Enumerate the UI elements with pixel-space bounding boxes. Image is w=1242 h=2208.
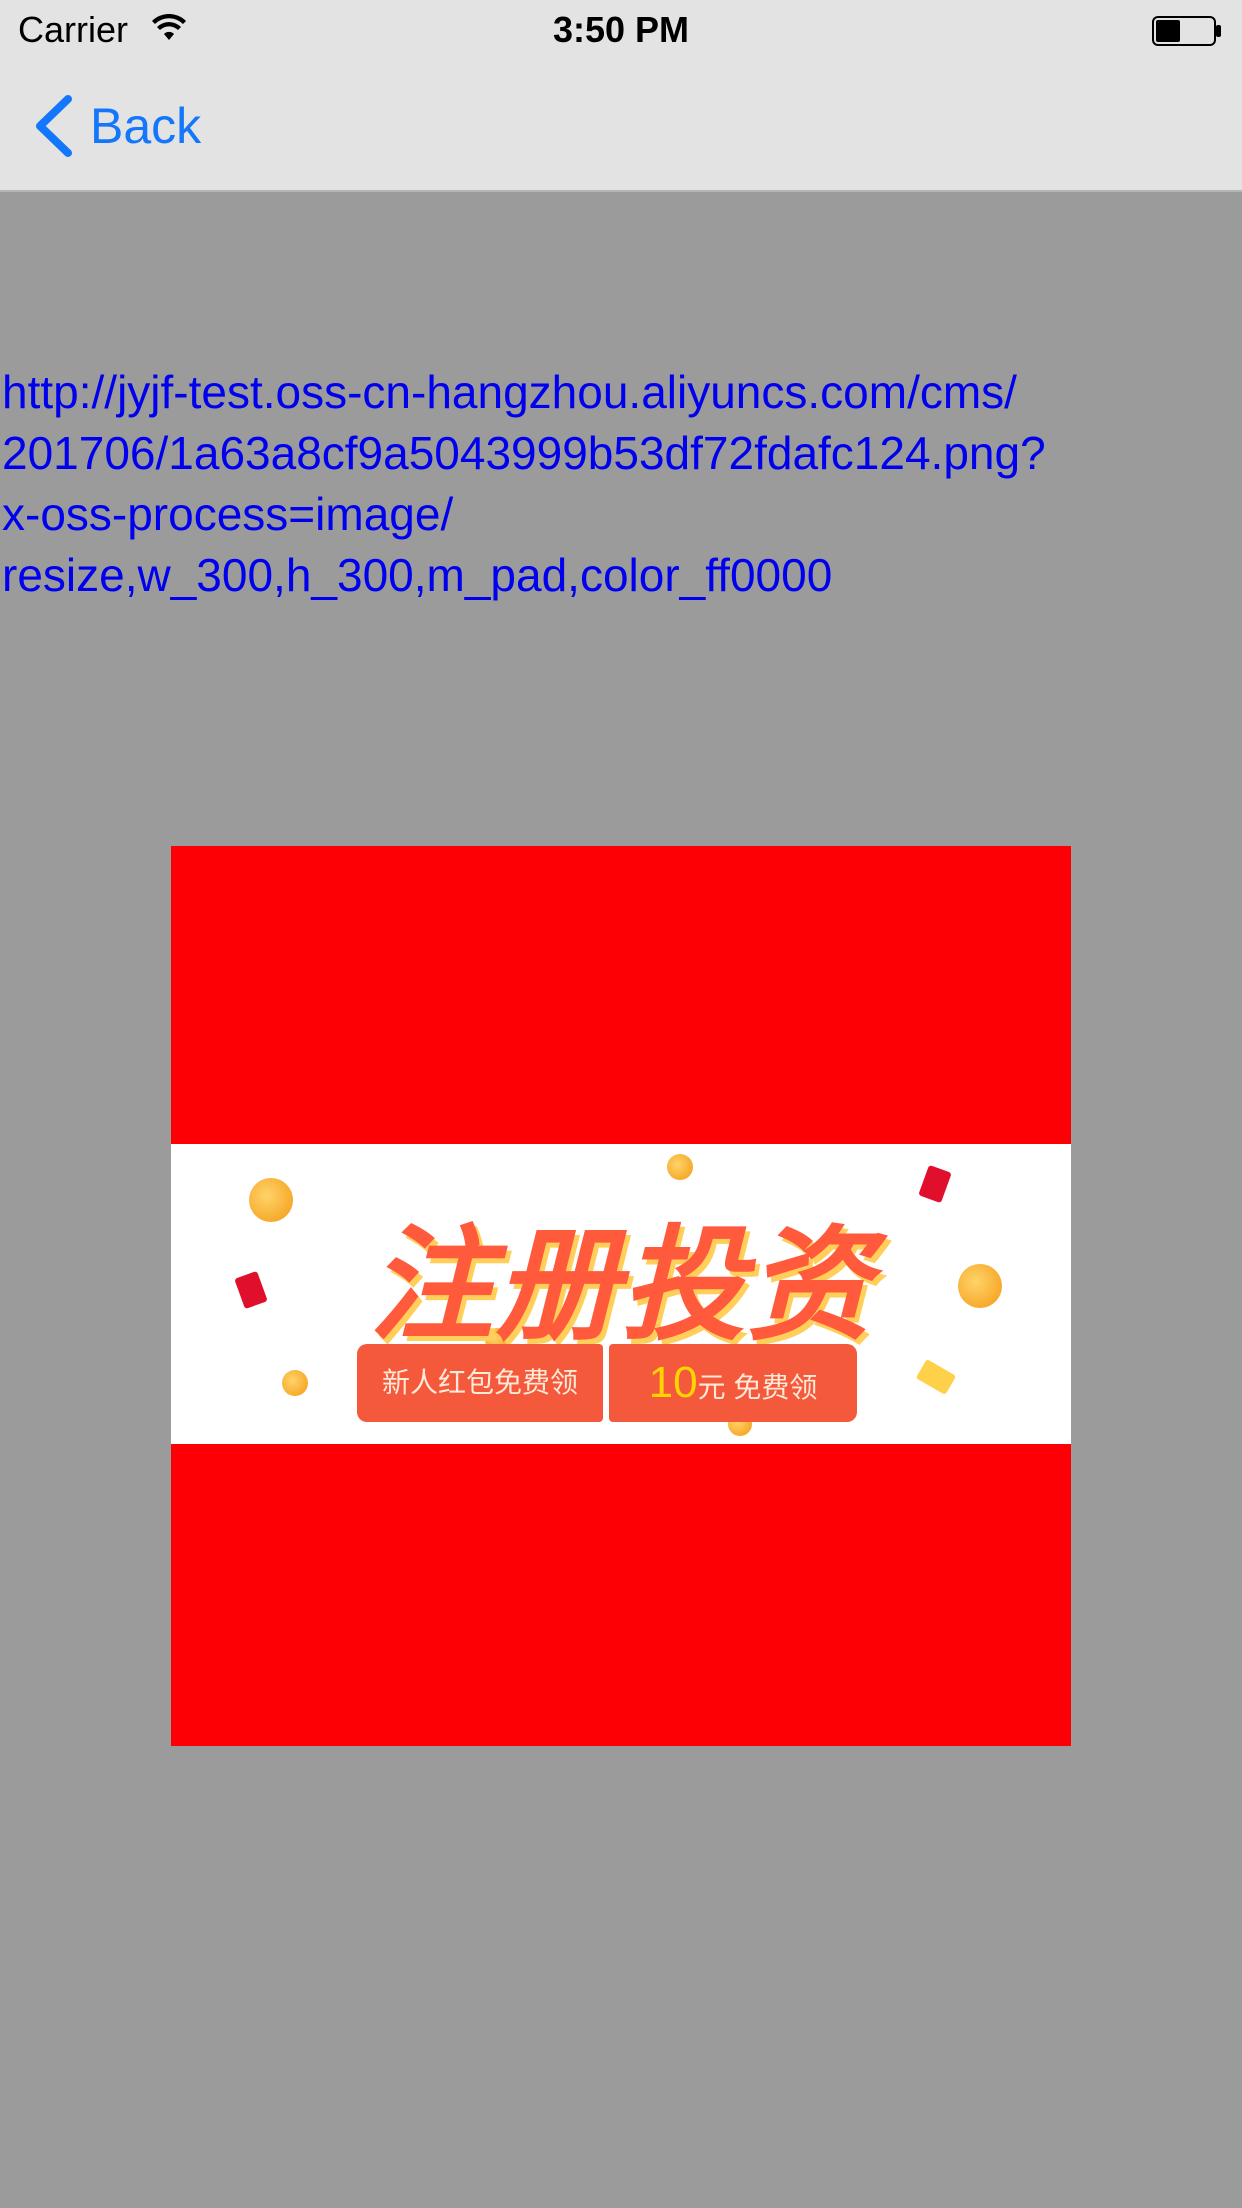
url-line: resize,w_300,h_300,m_pad,color_ff0000 xyxy=(2,549,833,601)
padded-image: 注册投资 新人红包免费领 10元 免费领 xyxy=(171,846,1071,1746)
ticket-amount: 10 xyxy=(648,1358,698,1407)
banner-title: 注册投资 xyxy=(368,1217,873,1355)
ticket-unit: 元 xyxy=(697,1372,726,1403)
ticket-left: 新人红包免费领 xyxy=(357,1344,603,1422)
back-label: Back xyxy=(90,98,202,154)
ticket-suffix: 免费领 xyxy=(733,1372,818,1403)
status-bar: Carrier 3:50 PM xyxy=(0,0,1242,60)
url-line: 201706/1a63a8cf9a5043999b53df72fdafc124.… xyxy=(2,427,1046,479)
back-button[interactable]: Back xyxy=(32,94,201,158)
coin-decoration xyxy=(667,1154,693,1180)
red-packet-decoration xyxy=(915,1358,957,1396)
coin-decoration xyxy=(282,1370,308,1396)
ticket-right: 10元 免费领 xyxy=(609,1344,857,1422)
chevron-left-icon xyxy=(36,95,72,157)
promo-banner: 注册投资 新人红包免费领 10元 免费领 xyxy=(171,1144,1071,1444)
status-time: 3:50 PM xyxy=(552,9,690,50)
image-url-text: http://jyjf-test.oss-cn-hangzhou.aliyunc… xyxy=(2,362,1238,606)
battery-icon xyxy=(1152,16,1221,46)
navigation-bar: Back xyxy=(0,60,1242,192)
url-line: http://jyjf-test.oss-cn-hangzhou.aliyunc… xyxy=(2,366,1017,418)
url-line: x-oss-process=image/ xyxy=(2,488,454,540)
promo-ticket: 新人红包免费领 10元 免费领 xyxy=(357,1344,857,1422)
